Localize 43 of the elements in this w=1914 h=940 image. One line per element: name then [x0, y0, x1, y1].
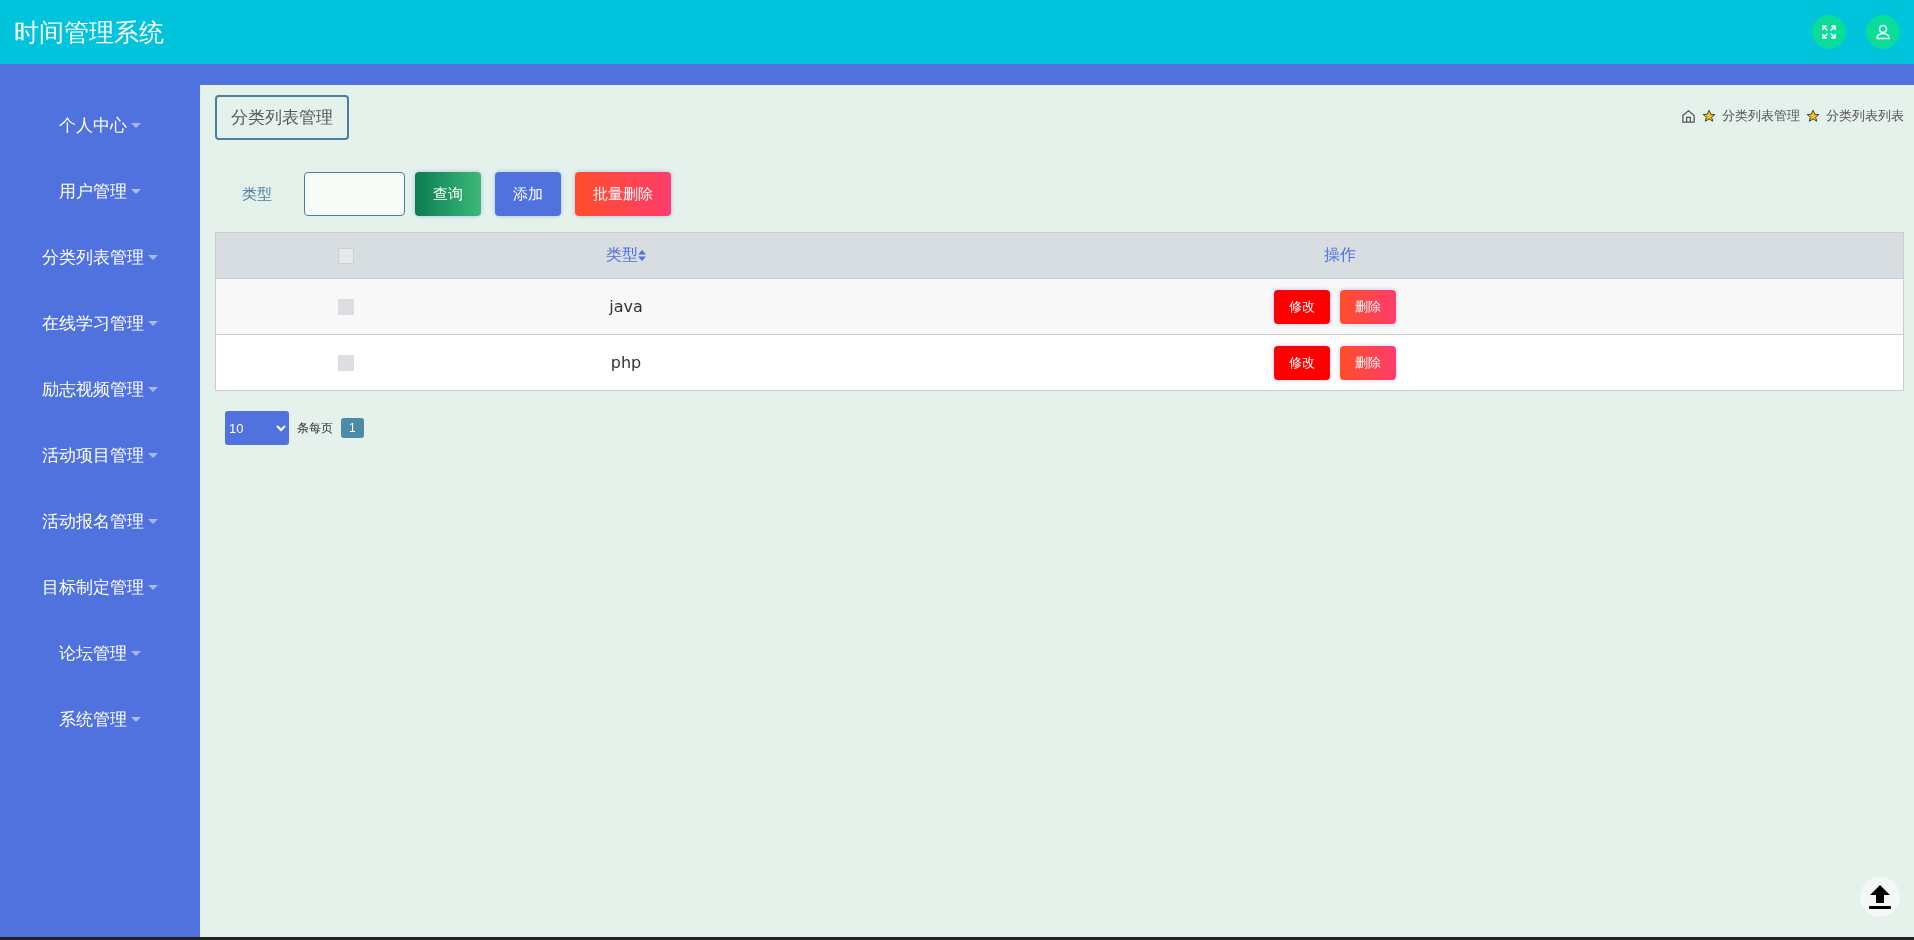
sidebar-item[interactable]: 用户管理: [0, 158, 200, 224]
sidebar-item[interactable]: 励志视频管理: [0, 356, 200, 422]
edit-button[interactable]: 修改: [1273, 345, 1330, 380]
sidebar-item[interactable]: 活动报名管理: [0, 488, 200, 554]
breadcrumb-item[interactable]: 分类列表列表: [1826, 107, 1904, 125]
sidebar-item[interactable]: 个人中心: [0, 92, 200, 158]
edit-button[interactable]: 修改: [1273, 289, 1330, 324]
sidebar-item[interactable]: 系统管理: [0, 686, 200, 752]
breadcrumb-item[interactable]: 分类列表管理: [1722, 107, 1800, 125]
upload-arrow-icon: [1866, 883, 1894, 911]
column-header: 操作: [1323, 245, 1356, 266]
sort-icon[interactable]: [638, 250, 646, 261]
user-button[interactable]: [1866, 15, 1900, 49]
star-icon: [1806, 109, 1820, 123]
add-button[interactable]: 添加: [495, 172, 561, 216]
select-all-checkbox[interactable]: [338, 247, 354, 264]
sidebar-item[interactable]: 在线学习管理: [0, 290, 200, 356]
delete-button[interactable]: 批量删除: [575, 172, 671, 216]
type-label: 类型: [241, 184, 273, 204]
expand-arrows-icon: [1821, 24, 1837, 40]
fullscreen-button[interactable]: [1812, 15, 1846, 49]
app-title: 时间管理系统: [14, 16, 164, 49]
page-title: 分类列表管理: [215, 95, 349, 140]
table-cell: java: [609, 297, 643, 316]
home-icon[interactable]: [1681, 108, 1696, 124]
row-checkbox[interactable]: [338, 298, 354, 315]
type-input[interactable]: [304, 172, 405, 216]
sidebar-item[interactable]: 分类列表管理: [0, 224, 200, 290]
row-checkbox[interactable]: [338, 354, 354, 371]
delete-button[interactable]: 删除: [1339, 345, 1396, 380]
search-button[interactable]: 查询: [415, 172, 481, 216]
back-to-top-button[interactable]: [1860, 877, 1900, 917]
per-page-label: 条每页: [297, 419, 333, 437]
sidebar-item[interactable]: 活动项目管理: [0, 422, 200, 488]
user-icon: [1875, 24, 1891, 40]
delete-button[interactable]: 删除: [1339, 289, 1396, 324]
sidebar-item[interactable]: 目标制定管理: [0, 554, 200, 620]
page-size-select[interactable]: 10: [225, 411, 289, 445]
page-button[interactable]: 1: [341, 418, 364, 438]
column-header[interactable]: 类型: [606, 245, 646, 266]
sidebar-item[interactable]: 论坛管理: [0, 620, 200, 686]
star-icon: [1702, 109, 1716, 123]
table-cell: php: [610, 353, 642, 372]
